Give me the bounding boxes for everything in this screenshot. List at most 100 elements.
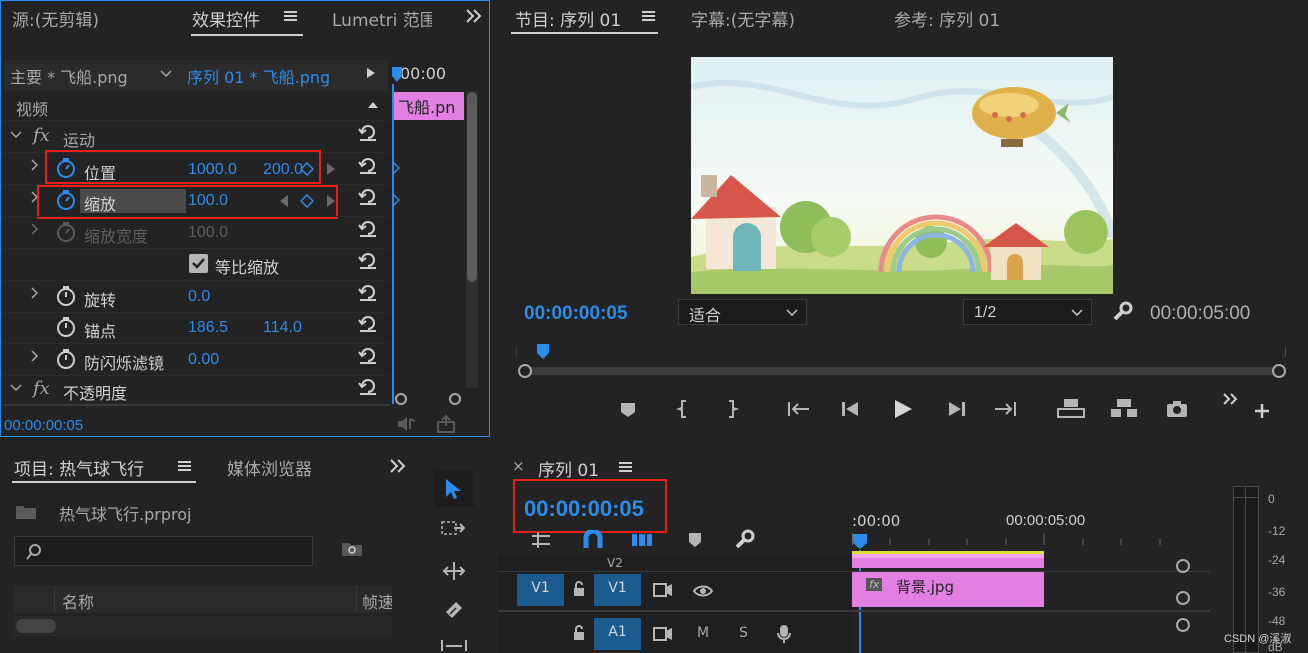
play-triangle-icon[interactable]: [366, 67, 376, 79]
reset-icon[interactable]: [358, 252, 378, 270]
keyframe-nav-icon[interactable]: [392, 161, 400, 175]
column-framerate[interactable]: 帧速: [362, 589, 392, 613]
step-forward-icon[interactable]: [945, 400, 967, 418]
antiflicker-value[interactable]: 0.00: [188, 351, 219, 369]
reset-icon[interactable]: [358, 220, 378, 238]
mark-out-icon[interactable]: [725, 399, 739, 419]
wrench-icon[interactable]: [733, 529, 755, 551]
timeline-playhead[interactable]: [852, 533, 868, 551]
ripple-edit-tool-icon[interactable]: [440, 560, 468, 582]
extract-icon[interactable]: [1109, 397, 1139, 419]
reset-icon[interactable]: [358, 124, 378, 142]
step-back-icon[interactable]: [840, 400, 862, 418]
export-frame-icon[interactable]: [436, 414, 458, 434]
effect-controls-timecode[interactable]: 00:00:00:05: [4, 417, 83, 434]
zoom-bar[interactable]: [517, 363, 1287, 379]
stopwatch-icon[interactable]: [56, 316, 76, 338]
add-marker-icon[interactable]: [619, 401, 637, 419]
mini-playhead[interactable]: [391, 66, 403, 84]
anchor-x-value[interactable]: 186.5: [188, 319, 228, 337]
v1-clip[interactable]: fx 背景.jpg: [852, 572, 1044, 607]
razor-tool-icon[interactable]: [442, 598, 466, 622]
uniform-scale-checkbox[interactable]: [189, 254, 208, 273]
tab-source[interactable]: 源:(无剪辑): [12, 6, 99, 31]
expand-chevron-icon[interactable]: [10, 384, 22, 392]
more-tabs-icon[interactable]: [389, 458, 407, 474]
anchor-y-value[interactable]: 114.0: [263, 319, 302, 337]
selection-tool[interactable]: [434, 471, 474, 507]
tab-captions[interactable]: 字幕:(无字幕): [691, 6, 795, 31]
reset-icon[interactable]: [358, 157, 378, 175]
camera-icon[interactable]: [1165, 399, 1189, 419]
fit-dropdown[interactable]: 适合: [678, 299, 807, 325]
vertical-scrollbar-thumb[interactable]: [467, 92, 477, 282]
reset-icon[interactable]: [358, 188, 378, 206]
linked-selection-icon[interactable]: [630, 530, 654, 550]
panel-menu-icon[interactable]: [618, 460, 634, 474]
mark-in-icon[interactable]: [676, 399, 690, 419]
next-keyframe-icon[interactable]: [326, 162, 336, 176]
source-patch-v1[interactable]: V1: [517, 574, 564, 606]
column-name[interactable]: 名称: [62, 589, 94, 613]
find-bin-icon[interactable]: [340, 540, 364, 558]
toggle-sync-lock-icon[interactable]: [652, 582, 674, 598]
tab-reference[interactable]: 参考: 序列 01: [894, 6, 1000, 31]
keyframe-nav-icon[interactable]: [392, 193, 400, 207]
search-input[interactable]: [14, 536, 313, 566]
expand-chevron-icon[interactable]: [10, 131, 22, 139]
expand-right-icon[interactable]: [31, 350, 39, 362]
reset-icon[interactable]: [358, 284, 378, 302]
toggle-sync-lock-icon[interactable]: [652, 626, 674, 642]
go-to-out-icon[interactable]: [993, 399, 1017, 419]
rotation-value[interactable]: 0.0: [188, 288, 210, 306]
track-select-tool-icon[interactable]: [440, 518, 468, 540]
stopwatch-icon[interactable]: [56, 348, 76, 370]
tab-media-browser[interactable]: 媒体浏览器: [227, 455, 312, 480]
chevron-down-icon[interactable]: [160, 70, 172, 78]
add-button-icon[interactable]: [1253, 402, 1271, 420]
resolution-dropdown[interactable]: 1/2: [963, 299, 1092, 325]
solo-button[interactable]: S: [739, 625, 748, 641]
tab-lumetri[interactable]: Lumetri 范围: [332, 6, 432, 31]
tab-project[interactable]: 项目: 热气球飞行: [14, 455, 144, 480]
track-v2-label[interactable]: V2: [607, 556, 623, 570]
track-a1-target[interactable]: A1: [594, 618, 641, 650]
panel-menu-icon[interactable]: [641, 9, 657, 23]
more-tabs-icon[interactable]: [465, 8, 483, 24]
go-to-in-icon[interactable]: [787, 399, 811, 419]
tab-sequence[interactable]: 序列 01: [538, 456, 599, 481]
tab-program[interactable]: 节目: 序列 01: [515, 6, 621, 31]
snap-magnet-icon[interactable]: [582, 530, 604, 550]
nest-icon[interactable]: [530, 530, 552, 550]
expand-right-icon[interactable]: [31, 287, 39, 299]
add-marker-icon[interactable]: [687, 531, 703, 549]
collapse-up-icon[interactable]: [367, 100, 379, 109]
more-controls-icon[interactable]: [1222, 392, 1240, 406]
reset-icon[interactable]: [358, 378, 378, 396]
wrench-icon[interactable]: [1111, 301, 1133, 323]
v2-clip[interactable]: [852, 554, 1044, 568]
zoom-scrollbar[interactable]: [395, 392, 461, 406]
lift-icon[interactable]: [1056, 397, 1086, 419]
reset-icon[interactable]: [358, 315, 378, 333]
panel-menu-icon[interactable]: [177, 459, 193, 473]
sequence-clip-label[interactable]: 序列 01 * 飞船.png: [187, 64, 330, 88]
mute-button[interactable]: M: [697, 625, 709, 641]
slip-tool-icon[interactable]: [440, 638, 468, 653]
program-video-frame[interactable]: [691, 57, 1113, 294]
reset-icon[interactable]: [358, 347, 378, 365]
close-icon[interactable]: ×: [512, 457, 525, 475]
program-timecode[interactable]: 00:00:00:05: [524, 303, 628, 325]
expand-right-icon[interactable]: [31, 159, 39, 171]
lock-icon[interactable]: [572, 580, 586, 598]
horizontal-scrollbar[interactable]: [14, 616, 392, 636]
play-icon[interactable]: [892, 398, 914, 420]
tab-effect-controls[interactable]: 效果控件: [192, 6, 260, 31]
folder-up-icon[interactable]: [14, 503, 38, 521]
clip-block[interactable]: 飞船.pn: [394, 92, 464, 120]
master-clip-label[interactable]: 主要 * 飞船.png: [10, 64, 128, 88]
track-v1-target[interactable]: V1: [594, 574, 641, 606]
eye-icon[interactable]: [692, 583, 714, 599]
panel-menu-icon[interactable]: [283, 9, 299, 23]
lock-icon[interactable]: [572, 624, 586, 642]
